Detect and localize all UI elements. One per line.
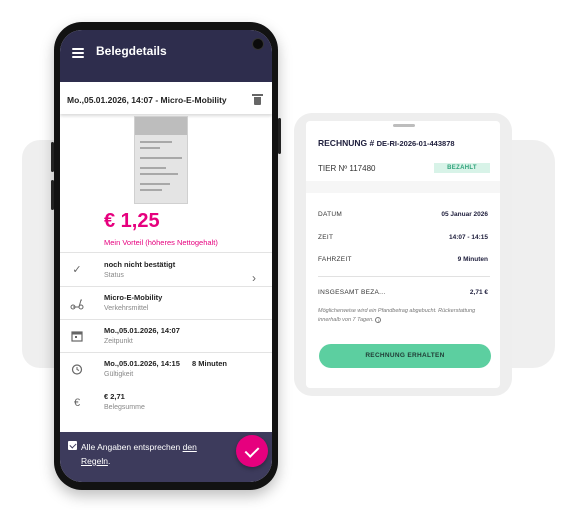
date-label: DATUM (318, 211, 343, 218)
menu-icon[interactable] (72, 48, 84, 58)
deposit-note: Möglicherweise wird ein Pfandbetrag abge… (318, 307, 494, 325)
ride-duration-value: 9 Minuten (457, 256, 488, 263)
total-label: Belegsumme (104, 404, 145, 411)
rules-link[interactable]: Regeln (81, 456, 108, 466)
validity-label: Gültigkeit (104, 371, 134, 378)
receipt-subheader-text: Mo.,05.01.2026, 14:07 - Micro-E-Mobility (67, 95, 227, 105)
section-separator (306, 181, 500, 193)
invoice-title-label: RECHNUNG # (318, 138, 375, 148)
calendar-icon (70, 329, 84, 343)
receipt-thumbnail[interactable] (134, 116, 188, 204)
rules-text: Alle Angaben entsprechen (81, 442, 183, 452)
check-icon: ✓ (72, 264, 82, 276)
validity-value: Mo.,05.01.2026, 14:15 (104, 359, 180, 368)
date-value: 05 Januar 2026 (441, 211, 488, 218)
divider (60, 352, 272, 353)
marketing-stage: Belegdetails Mo.,05.01.2026, 14:07 - Mic… (0, 0, 575, 510)
transport-value: Micro-E-Mobility (104, 293, 163, 302)
divider (318, 276, 490, 277)
front-camera (252, 38, 264, 50)
status-value: noch nicht bestätigt (104, 260, 176, 269)
confirm-check-button[interactable] (236, 435, 268, 467)
drag-handle[interactable] (393, 124, 415, 127)
phone-screen: Belegdetails Mo.,05.01.2026, 14:07 - Mic… (60, 30, 272, 482)
phone-frame: Belegdetails Mo.,05.01.2026, 14:07 - Mic… (51, 22, 281, 490)
chevron-right-icon[interactable]: › (252, 271, 256, 285)
status-label: Status (104, 272, 124, 279)
transport-label: Verkehrsmittel (104, 305, 149, 312)
validity-duration: 8 Minuten (192, 359, 227, 368)
rules-confirmation-text: Alle Angaben entsprechen den Regeln. (81, 440, 221, 468)
tier-number: TIER Nº 117480 (318, 164, 376, 173)
phone-volume-button (51, 180, 54, 210)
invoice-card: RECHNUNG # DE-RI-2026-01-443878 TIER Nº … (306, 121, 500, 388)
advantage-label: Mein Vorteil (höheres Nettogehalt) (104, 238, 218, 247)
total-paid-value: 2,71 € (469, 289, 488, 296)
invoice-number: DE-RI-2026-01-443878 (376, 139, 455, 148)
confirmation-footer: Alle Angaben entsprechen den Regeln. (60, 432, 272, 482)
euro-icon: € (73, 397, 81, 409)
invoice-title: RECHNUNG # DE-RI-2026-01-443878 (318, 138, 455, 148)
divider (60, 252, 272, 253)
phone-volume-button (51, 142, 54, 172)
divider (60, 319, 272, 320)
ride-duration-label: FAHRZEIT (318, 256, 352, 263)
timer-icon (70, 362, 84, 376)
app-bar: Belegdetails (60, 30, 272, 82)
divider (60, 286, 272, 287)
phone-power-button (278, 118, 281, 154)
timestamp-value: Mo.,05.01.2026, 14:07 (104, 326, 180, 335)
total-value: € 2,71 (104, 392, 125, 401)
receipt-subheader: Mo.,05.01.2026, 14:07 - Micro-E-Mobility (60, 86, 272, 114)
rules-link[interactable]: den (183, 442, 197, 452)
trash-icon[interactable] (252, 94, 263, 105)
price-amount: € 1,25 (104, 210, 160, 232)
rules-checkbox[interactable] (68, 441, 77, 450)
timestamp-label: Zeitpunkt (104, 338, 133, 345)
page-title: Belegdetails (96, 44, 167, 58)
time-value: 14:07 - 14:15 (448, 234, 488, 241)
deposit-note-text: Möglicherweise wird ein Pfandbetrag abge… (318, 308, 476, 323)
time-label: ZEIT (318, 234, 334, 241)
total-paid-label: INSGESAMT BEZA... (318, 289, 386, 296)
scooter-icon (70, 296, 84, 310)
rules-text-end: . (107, 456, 111, 466)
info-icon[interactable]: i (375, 316, 382, 323)
status-badge: BEZAHLT (434, 163, 490, 173)
get-invoice-button[interactable]: RECHNUNG ERHALTEN (319, 344, 491, 368)
